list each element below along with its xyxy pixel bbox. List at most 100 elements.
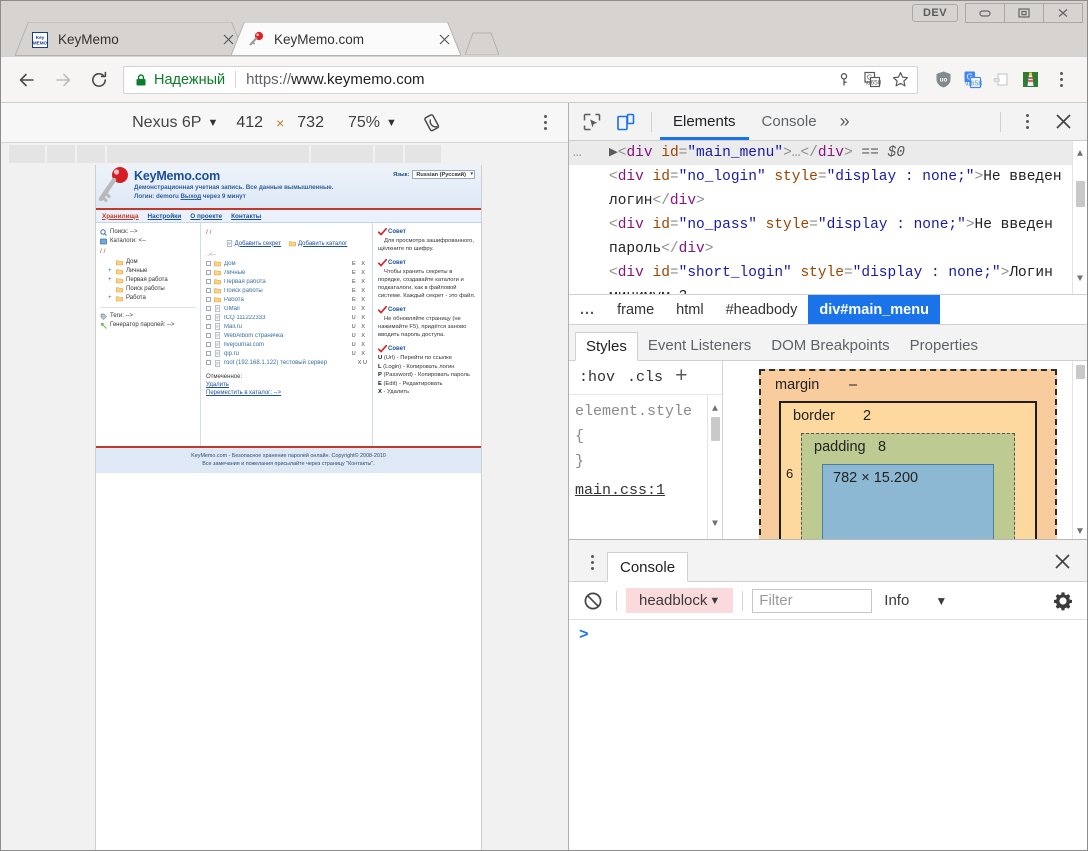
forward-button[interactable] [45, 62, 81, 98]
tab-close-icon[interactable] [435, 31, 453, 49]
sidebar-folder-item[interactable]: Дом [108, 258, 196, 267]
item-actions[interactable]: U X [352, 315, 367, 321]
row-checkbox[interactable] [206, 360, 211, 365]
breadcrumb-main-menu[interactable]: div#main_menu [808, 295, 940, 324]
tab-event-listeners[interactable]: Event Listeners [638, 331, 761, 360]
console-filter-input[interactable]: Filter [752, 588, 873, 613]
clear-console-icon[interactable] [579, 587, 607, 615]
box-model-content[interactable]: 782 × 15.200 [822, 464, 994, 539]
row-checkbox[interactable] [206, 324, 211, 329]
ublock-shield-icon[interactable]: uo [930, 67, 956, 93]
dom-node-row[interactable]: <div id="short_login" style="display : n… [569, 261, 1087, 294]
viewport-width-input[interactable]: 412 [230, 114, 269, 132]
list-item[interactable]: Поиск работы E X [206, 286, 367, 295]
class-filter-button[interactable]: .cls [627, 369, 663, 386]
row-checkbox[interactable] [206, 351, 211, 356]
add-catalog-link[interactable]: Добавить каталог [289, 240, 347, 247]
list-item[interactable]: Первая работа E X [206, 277, 367, 286]
nav-item-storages[interactable]: Хранилища [102, 213, 139, 220]
add-secret-link[interactable]: Добавить секрет [226, 240, 281, 247]
row-checkbox[interactable] [206, 261, 211, 266]
key-icon[interactable] [831, 67, 857, 93]
console-context-selector[interactable]: headblock ▼ [626, 588, 734, 613]
margin-value[interactable]: – [849, 377, 857, 393]
zoom-selector[interactable]: 75% ▼ [330, 114, 409, 132]
chrome-menu-kebab[interactable] [1043, 62, 1079, 98]
viewport-height-input[interactable]: 732 [291, 114, 330, 132]
drawer-options-kebab[interactable] [577, 547, 607, 577]
list-item[interactable]: Дом E X [206, 259, 367, 268]
console-level-selector[interactable]: Info ▼ [884, 592, 947, 609]
item-actions[interactable]: E X [352, 279, 367, 285]
list-item[interactable]: Личные E X [206, 268, 367, 277]
row-checkbox[interactable] [206, 270, 211, 275]
sidebar-tags-row[interactable]: Теги: --> [100, 312, 196, 321]
padding-value[interactable]: 8 [878, 439, 886, 455]
dom-node-row[interactable]: … ▶<div id="main_menu">…</div> == $0 [569, 141, 1087, 165]
box-model-scrollbar[interactable]: ▲ ▼ [1072, 361, 1087, 539]
device-selector[interactable]: Nexus 6P ▼ [120, 114, 230, 132]
breadcrumb-html[interactable]: html [665, 295, 714, 324]
tab-elements[interactable]: Elements [660, 103, 749, 140]
list-item[interactable]: livejournal.com U X [206, 340, 367, 349]
list-item[interactable]: GMail U X [206, 304, 367, 313]
tab-properties[interactable]: Properties [900, 331, 988, 360]
box-model-border[interactable]: border 2 padding 8 6 782 × 15.200 [779, 401, 1037, 539]
border-value[interactable]: 2 [863, 408, 871, 424]
dom-node-row[interactable]: <div id="no_pass" style="display : none;… [569, 213, 1087, 261]
scroll-up-arrow-icon[interactable]: ▲ [1077, 143, 1083, 167]
move-marked-link[interactable]: Переместить в каталог: --> [206, 390, 367, 396]
sidebar-catalogs-row[interactable]: Каталоги: <-- [100, 237, 196, 246]
emulated-viewport[interactable]: KeyMemo.com Демонстрационная учетная зап… [95, 165, 482, 850]
row-checkbox[interactable] [206, 288, 211, 293]
expand-toggle[interactable]: + [108, 294, 113, 303]
devtools-options-kebab[interactable] [1009, 107, 1045, 137]
scroll-down-arrow-icon[interactable]: ▼ [712, 512, 718, 537]
bookmark-star-icon[interactable] [887, 67, 913, 93]
google-translate-icon[interactable]: G\u6587 [959, 67, 985, 93]
language-select[interactable]: Russian (Русский) [412, 170, 475, 179]
inspect-element-icon[interactable] [575, 107, 609, 137]
item-actions[interactable]: U X [352, 342, 367, 348]
list-item[interactable]: qip.ru U X [206, 349, 367, 358]
tree-scrollbar[interactable]: ▲ ▼ [1072, 141, 1087, 294]
drawer-close-icon[interactable] [1045, 546, 1079, 576]
tab-console[interactable]: Console [749, 103, 830, 140]
tab-extension-icon[interactable] [988, 67, 1014, 93]
expand-toggle[interactable]: + [108, 267, 113, 276]
breadcrumb-frame[interactable]: frame [606, 295, 665, 324]
browser-tab-2[interactable]: KeyMemo.com [231, 22, 461, 57]
item-actions[interactable]: E X [352, 297, 367, 303]
box-model-padding[interactable]: padding 8 6 782 × 15.200 [786, 433, 1015, 539]
translate-icon[interactable]: G\u6587 [859, 67, 885, 93]
back-button[interactable] [9, 62, 45, 98]
hover-state-button[interactable]: :hov [579, 369, 615, 386]
item-actions[interactable]: U X [352, 351, 367, 357]
scroll-down-arrow-icon[interactable]: ▼ [1077, 268, 1083, 292]
devtools-close-icon[interactable] [1045, 107, 1081, 137]
row-checkbox[interactable] [206, 279, 211, 284]
padding-left-value[interactable]: 6 [786, 466, 793, 481]
box-model-margin[interactable]: margin – border 2 padding 8 6 782 × 15.2… [759, 369, 1057, 539]
sidebar-generator-row[interactable]: Генератор паролей: --> [100, 321, 196, 330]
list-item[interactable]: ICQ 111222333 U X [206, 313, 367, 322]
device-options-kebab[interactable] [534, 110, 556, 136]
nav-item-settings[interactable]: Настройки [148, 213, 182, 220]
breadcrumb-overflow[interactable]: ... [569, 295, 606, 324]
sidebar-folder-item[interactable]: + Работа [108, 294, 196, 303]
scroll-down-arrow-icon[interactable]: ▼ [1075, 526, 1085, 537]
sidebar-folder-item[interactable]: Поиск работы [108, 285, 196, 294]
address-bar[interactable]: Надежный https://www.keymemo.com G\u6587 [123, 65, 918, 94]
scrollbar-thumb[interactable] [1075, 181, 1085, 207]
main-up-link[interactable]: ..<-- [206, 252, 367, 258]
console-output[interactable]: > [569, 620, 1087, 850]
more-tabs-icon[interactable]: » [830, 103, 860, 140]
breadcrumb-headbody[interactable]: #headbody [715, 295, 809, 324]
element-style-rule[interactable]: element.style { } main.css:1 ▲ ▼ [569, 395, 722, 539]
nav-item-contacts[interactable]: Контакты [231, 213, 261, 220]
lighthouse-icon[interactable] [1017, 67, 1043, 93]
list-item[interactable]: root (192.168.1.122) тестовый сервер X U [206, 358, 367, 368]
new-tab-button[interactable] [465, 29, 499, 55]
item-actions[interactable]: U X [352, 306, 367, 312]
stylesheet-source-link[interactable]: main.css:1 [575, 478, 704, 503]
